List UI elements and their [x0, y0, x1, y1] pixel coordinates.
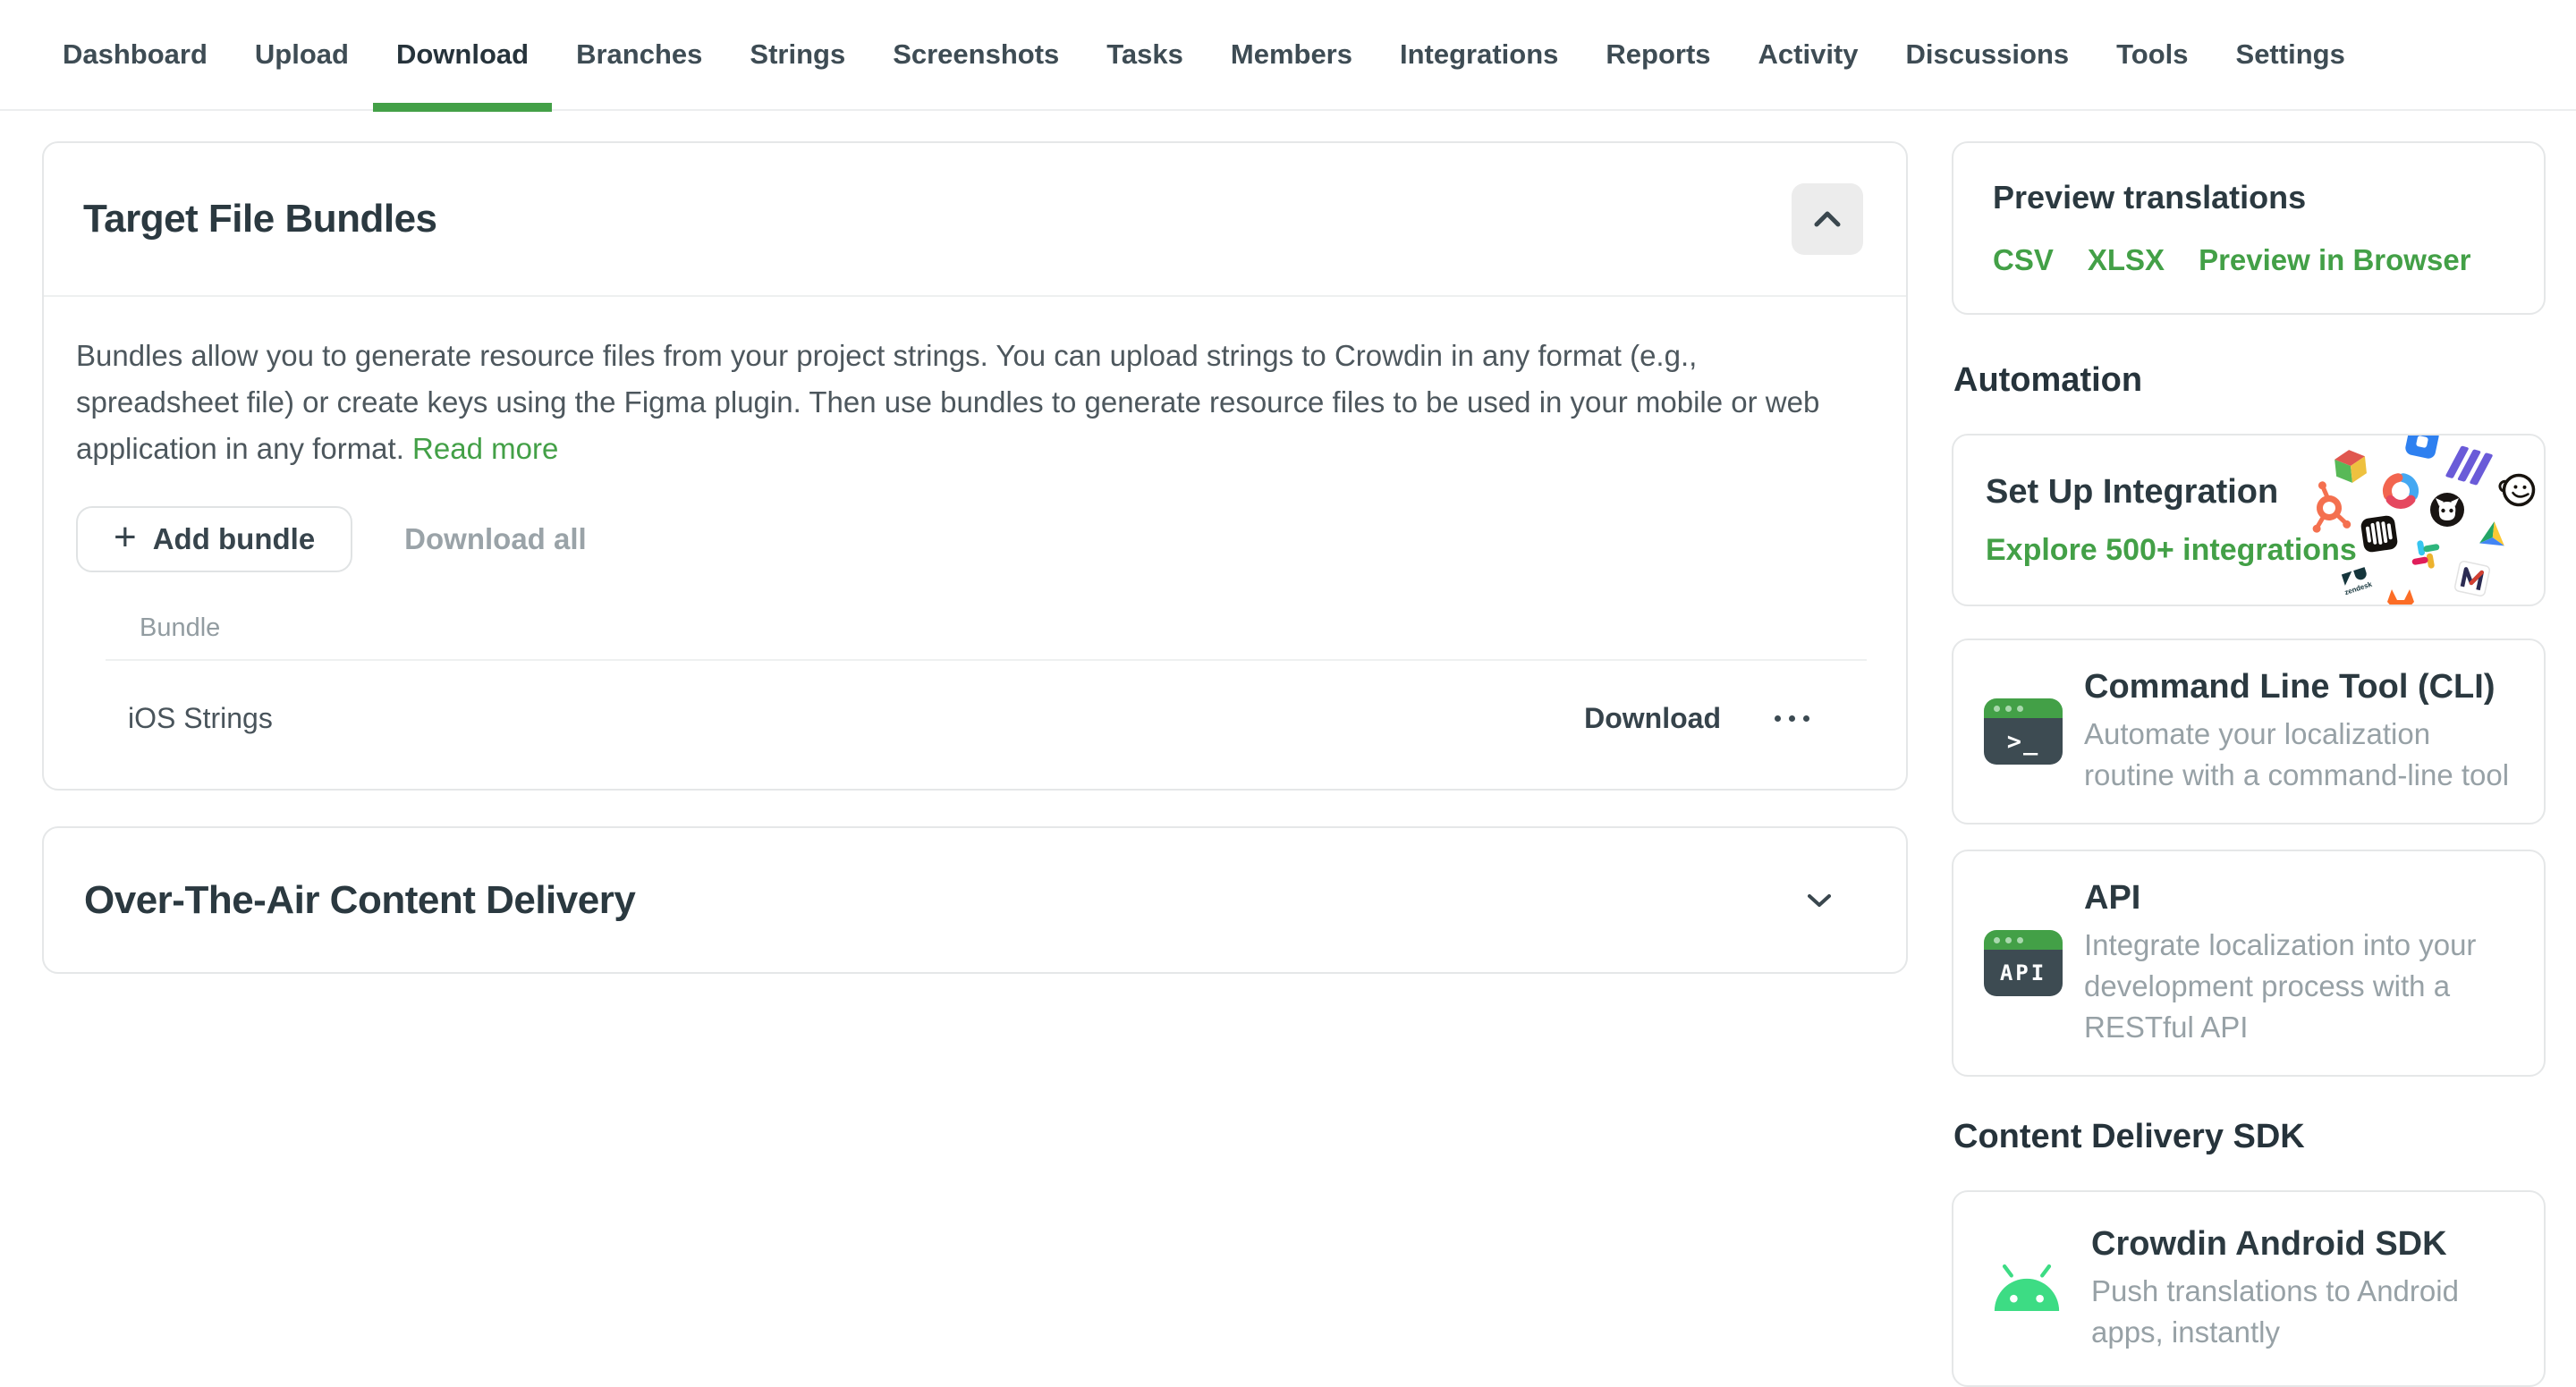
cli-card-description: Automate your localization routine with …: [2084, 714, 2512, 796]
cli-card[interactable]: >_ Command Line Tool (CLI) Automate your…: [1952, 639, 2546, 825]
cli-card-title: Command Line Tool (CLI): [2084, 667, 2512, 706]
api-card[interactable]: API API Integrate localization into your…: [1952, 850, 2546, 1077]
android-sdk-card[interactable]: Crowdin Android SDK Push translations to…: [1952, 1190, 2546, 1387]
xlsx-link[interactable]: XLSX: [2088, 243, 2165, 277]
table-row: iOS Strings Download: [106, 661, 1867, 735]
android-card-text: Crowdin Android SDK Push translations to…: [2091, 1224, 2512, 1353]
tab-settings[interactable]: Settings: [2236, 0, 2345, 110]
read-more-link[interactable]: Read more: [412, 432, 558, 465]
tab-download[interactable]: Download: [396, 0, 529, 110]
cli-card-text: Command Line Tool (CLI) Automate your lo…: [2084, 667, 2512, 796]
explore-integrations-link[interactable]: Explore 500+ integrations: [1986, 533, 2544, 568]
api-card-text: API Integrate localization into your dev…: [2084, 878, 2512, 1048]
tab-activity[interactable]: Activity: [1758, 0, 1859, 110]
bundles-card-title: Target File Bundles: [83, 197, 437, 241]
over-the-air-card[interactable]: Over-The-Air Content Delivery: [42, 826, 1908, 974]
bundle-table: Bundle iOS Strings Download: [106, 613, 1867, 735]
chevron-down-icon: [1808, 893, 1831, 908]
tab-reports[interactable]: Reports: [1606, 0, 1710, 110]
set-up-integration-card: Set Up Integration Explore 500+ integrat…: [1952, 434, 2546, 606]
chevron-up-icon: [1814, 211, 1841, 227]
collapse-button[interactable]: [1792, 183, 1863, 255]
android-card-description: Push translations to Android apps, insta…: [2091, 1271, 2512, 1353]
tab-tools[interactable]: Tools: [2116, 0, 2188, 110]
tab-upload[interactable]: Upload: [255, 0, 349, 110]
bundles-actions: + Add bundle Download all: [76, 506, 1867, 572]
zendesk-icon: zendesk: [2339, 566, 2373, 596]
bundle-name: iOS Strings: [128, 702, 273, 735]
preview-links: CSV XLSX Preview in Browser: [1993, 243, 2504, 277]
svg-text:zendesk: zendesk: [2343, 580, 2373, 596]
bundle-column-header: Bundle: [106, 613, 1867, 661]
ota-card-title: Over-The-Air Content Delivery: [84, 878, 635, 923]
gitlab-icon: [2387, 589, 2414, 606]
set-up-integration-title: Set Up Integration: [1986, 473, 2544, 512]
tab-integrations[interactable]: Integrations: [1400, 0, 1558, 110]
bundles-card-body: Bundles allow you to generate resource f…: [44, 297, 1906, 789]
tab-strings[interactable]: Strings: [750, 0, 845, 110]
row-actions: Download: [1584, 702, 1815, 735]
bundles-description: Bundles allow you to generate resource f…: [76, 333, 1867, 472]
terminal-icon: >_: [1984, 698, 2063, 765]
api-card-description: Integrate localization into your develop…: [2084, 925, 2512, 1048]
preview-translations-title: Preview translations: [1993, 179, 2504, 216]
android-card-title: Crowdin Android SDK: [2091, 1224, 2512, 1264]
automation-heading: Automation: [1953, 361, 2546, 400]
target-file-bundles-card: Target File Bundles Bundles allow you to…: [42, 141, 1908, 791]
preview-in-browser-link[interactable]: Preview in Browser: [2199, 243, 2470, 277]
plus-icon: +: [114, 518, 137, 557]
tab-tasks[interactable]: Tasks: [1106, 0, 1183, 110]
csv-link[interactable]: CSV: [1993, 243, 2054, 277]
tab-branches[interactable]: Branches: [576, 0, 702, 110]
add-bundle-button[interactable]: + Add bundle: [76, 506, 352, 572]
integration-logos-illustration: zendesk: [2306, 434, 2546, 606]
android-icon: [1984, 1263, 2070, 1315]
api-icon: API: [1984, 930, 2063, 996]
bundles-card-header: Target File Bundles: [44, 143, 1906, 297]
preview-translations-card: Preview translations CSV XLSX Preview in…: [1952, 141, 2546, 315]
page-layout: Target File Bundles Bundles allow you to…: [0, 111, 2576, 1387]
bundles-description-text: Bundles allow you to generate resource f…: [76, 339, 1819, 465]
add-bundle-label: Add bundle: [153, 522, 315, 556]
row-download-link[interactable]: Download: [1584, 702, 1721, 735]
jira-icon: [2404, 434, 2440, 460]
tab-screenshots[interactable]: Screenshots: [893, 0, 1059, 110]
content-delivery-sdk-heading: Content Delivery SDK: [1953, 1118, 2546, 1156]
ellipsis-icon[interactable]: [1769, 705, 1815, 732]
tab-members[interactable]: Members: [1231, 0, 1352, 110]
download-all-link[interactable]: Download all: [404, 522, 587, 556]
tab-dashboard[interactable]: Dashboard: [63, 0, 208, 110]
top-nav: Dashboard Upload Download Branches Strin…: [0, 0, 2576, 111]
tab-discussions[interactable]: Discussions: [1906, 0, 2070, 110]
main-content: Target File Bundles Bundles allow you to…: [42, 141, 1908, 974]
sidebar: Preview translations CSV XLSX Preview in…: [1952, 141, 2546, 1387]
api-card-title: API: [2084, 878, 2512, 918]
